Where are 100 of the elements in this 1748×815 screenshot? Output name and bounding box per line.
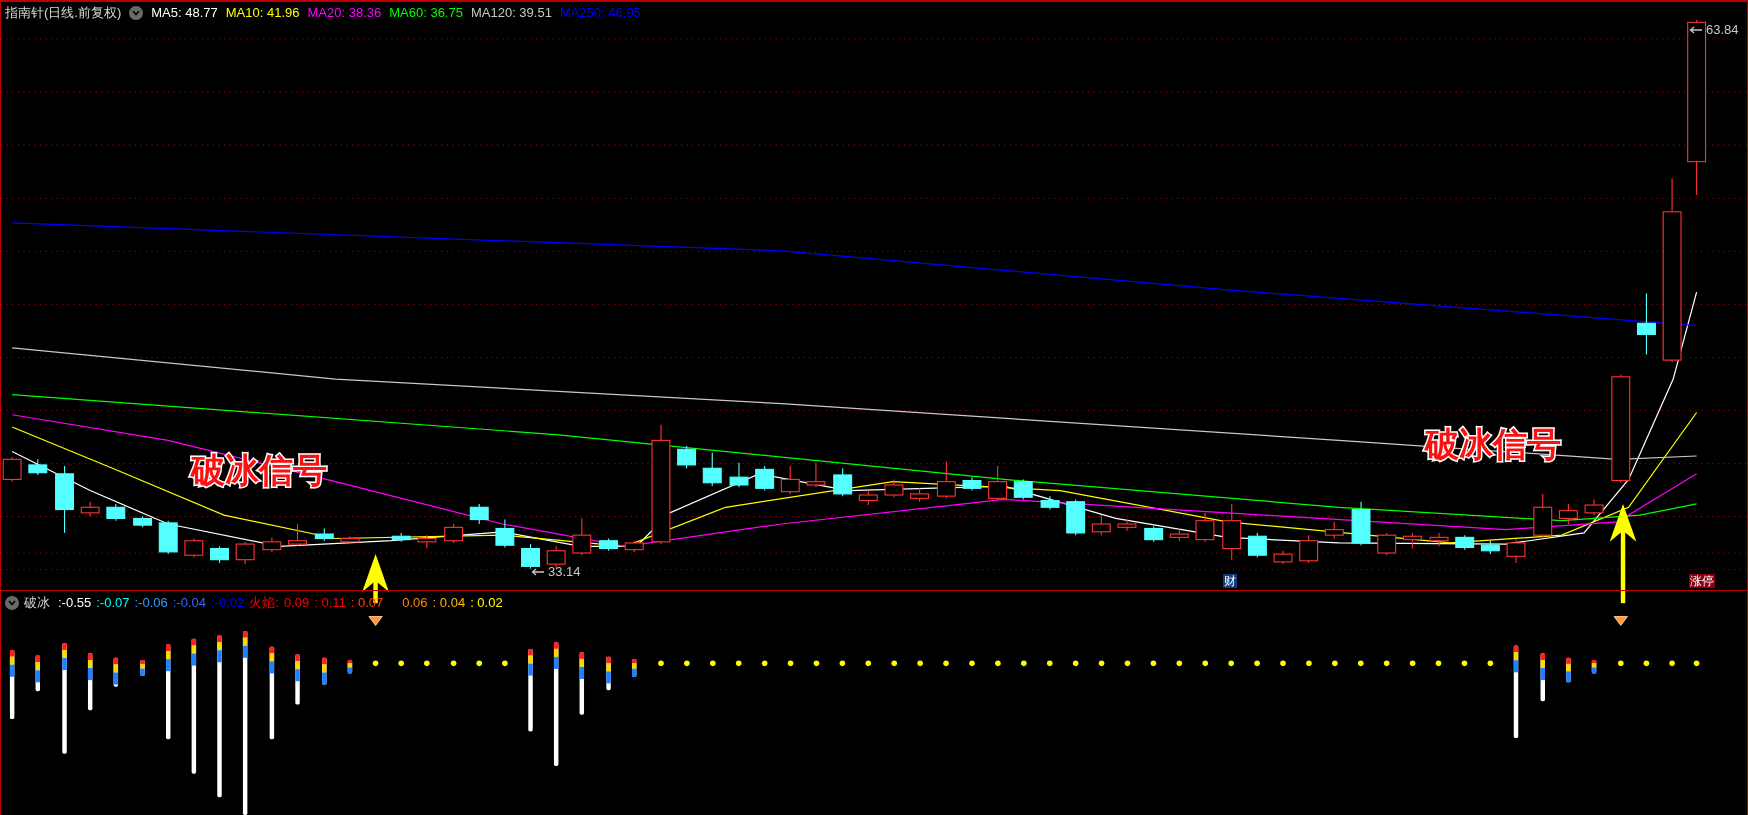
candlestick xyxy=(1324,521,1344,540)
indicator-dot xyxy=(1461,660,1468,667)
candlestick xyxy=(521,543,540,570)
candlestick xyxy=(1091,514,1111,536)
candlestick xyxy=(495,519,515,548)
candlestick xyxy=(417,534,437,550)
candlestick xyxy=(106,503,126,522)
candlestick xyxy=(1558,503,1578,525)
indicator-bar xyxy=(35,655,40,692)
candlestick xyxy=(1117,519,1137,532)
candlestick xyxy=(1195,512,1215,543)
flame-value: : 0.04 xyxy=(432,594,466,613)
candlestick xyxy=(599,537,619,552)
indicator-dot xyxy=(1280,660,1286,667)
candlestick xyxy=(729,462,749,488)
indicator-dot xyxy=(1383,660,1390,667)
indicator-dot xyxy=(502,660,508,667)
indicator-value: :-0.06 xyxy=(134,594,168,613)
candlestick xyxy=(210,545,229,564)
indicator-bar xyxy=(295,654,300,705)
candlestick xyxy=(858,490,878,506)
ma-value: MA250: 46.95 xyxy=(559,4,641,23)
indicator-dot xyxy=(476,660,483,667)
flame-label: 火焰: xyxy=(249,594,279,613)
indicator-dot xyxy=(761,660,768,667)
candlestick xyxy=(262,536,282,553)
candlestick xyxy=(158,520,178,555)
indicator-value: :-0.04 xyxy=(172,594,206,613)
indicator-dot xyxy=(1618,660,1624,667)
dropdown-icon[interactable] xyxy=(129,6,144,20)
price-label: 63.84 xyxy=(1706,21,1739,39)
indicator-dot xyxy=(865,660,872,667)
candlestick xyxy=(444,523,464,544)
candlestick xyxy=(235,541,255,565)
candlestick xyxy=(1273,550,1293,565)
indicator-dot xyxy=(1643,660,1650,667)
arrow-icon xyxy=(531,567,545,576)
candlestick xyxy=(988,465,1008,502)
candlestick xyxy=(833,467,853,497)
candlestick xyxy=(1377,532,1397,556)
indicator-value: :-0.07 xyxy=(96,594,130,613)
indicator-dot xyxy=(372,660,379,667)
candlestick xyxy=(1040,495,1060,511)
indicator-dot xyxy=(969,660,975,667)
candlestick xyxy=(755,465,775,492)
candlestick xyxy=(1066,498,1086,536)
flame-value: : 0.07 xyxy=(350,594,384,613)
indicator-dot xyxy=(1332,660,1338,667)
indicator-dot xyxy=(1435,660,1442,667)
candlestick xyxy=(624,540,644,553)
candlestick xyxy=(962,476,982,492)
indicator-dot xyxy=(1669,660,1675,667)
indicator-dot xyxy=(839,660,846,667)
indicator-dot xyxy=(917,660,923,667)
indicator-dot xyxy=(1021,660,1027,667)
indicator-dot xyxy=(1150,660,1157,667)
indicator-dot xyxy=(787,660,794,667)
indicator-dot xyxy=(813,660,820,667)
dropdown-icon[interactable] xyxy=(5,596,19,610)
flame-value: 0.06 xyxy=(402,594,428,613)
indicator-dot xyxy=(684,660,690,667)
candlestick xyxy=(80,501,100,517)
ma-value: MA120: 39.51 xyxy=(470,4,552,23)
indicator-dot xyxy=(710,660,716,667)
indicator-name: 破冰 xyxy=(24,594,50,613)
candlestick xyxy=(55,465,74,534)
indicator-dot xyxy=(658,660,664,667)
flame-value: : 0.11 xyxy=(314,594,346,613)
ma-value: MA10: 41.96 xyxy=(225,4,300,23)
indicator-bar xyxy=(1591,660,1597,674)
indicator-dot xyxy=(1409,660,1416,667)
candlestick xyxy=(1299,534,1319,564)
candlestick xyxy=(340,535,360,545)
indicator-bar xyxy=(1540,653,1545,702)
candlestick xyxy=(884,478,904,498)
indicator-dot xyxy=(943,660,949,667)
candlestick xyxy=(1402,532,1422,550)
candlestick xyxy=(677,445,697,469)
indicator-bar xyxy=(87,653,93,711)
candlestick xyxy=(910,487,930,503)
candlestick xyxy=(469,503,489,525)
indicator-bar xyxy=(9,650,15,720)
candlestick xyxy=(288,523,307,547)
candlestick xyxy=(314,527,334,542)
limit-up-marker: 涨停 xyxy=(1689,574,1715,588)
candlestick xyxy=(702,452,722,487)
candlestick xyxy=(1013,478,1033,501)
candlestick xyxy=(184,537,204,558)
candlestick xyxy=(1480,540,1500,555)
flame-value: 0.09 xyxy=(283,594,310,613)
candlestick xyxy=(1429,532,1449,547)
indicator-value: :-0.55 xyxy=(58,594,92,613)
candlestick xyxy=(1636,292,1656,356)
indicator-dot xyxy=(1098,660,1105,667)
candlestick xyxy=(936,461,956,499)
finance-marker: 财 xyxy=(1223,574,1237,588)
candlestick xyxy=(1455,534,1475,551)
indicator-dot xyxy=(1487,660,1494,667)
candlestick xyxy=(1169,527,1189,542)
indicator-dot xyxy=(424,660,430,667)
